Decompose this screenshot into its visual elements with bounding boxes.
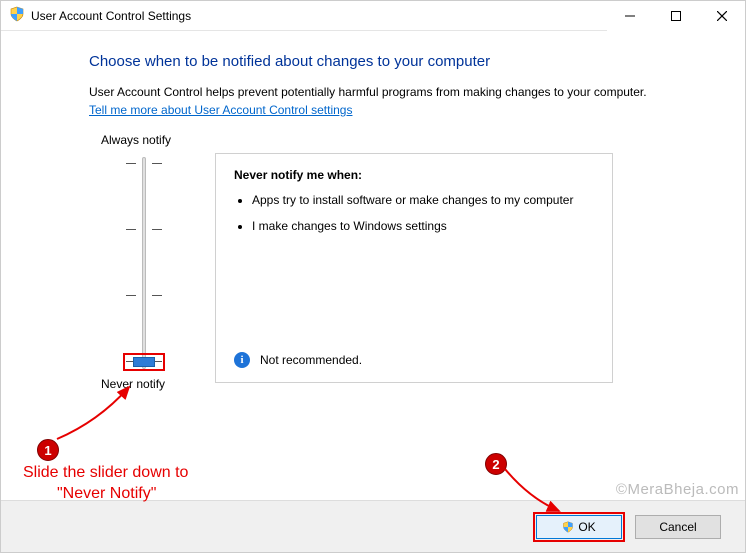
description-panel: Never notify me when: Apps try to instal… [215, 153, 613, 383]
slider-label-top: Always notify [101, 133, 171, 147]
uac-slider[interactable] [129, 157, 159, 369]
cancel-button[interactable]: Cancel [635, 515, 721, 539]
maximize-button[interactable] [653, 1, 699, 31]
content-area: Choose when to be notified about changes… [1, 31, 745, 393]
slider-tick [126, 295, 162, 296]
watermark: ©MeraBheja.com [616, 481, 739, 498]
cancel-button-label: Cancel [659, 520, 696, 534]
recommendation-text: Not recommended. [260, 353, 362, 367]
list-item: I make changes to Windows settings [252, 218, 594, 234]
close-button[interactable] [699, 1, 745, 31]
ok-button[interactable]: OK [536, 515, 622, 539]
info-icon: i [234, 352, 250, 368]
dialog-footer: OK Cancel [1, 500, 745, 552]
window-controls [607, 1, 745, 31]
page-subtext: User Account Control helps prevent poten… [89, 84, 707, 101]
ok-button-label: OK [578, 520, 595, 534]
annotation-badge-2: 2 [485, 453, 507, 475]
minimize-button[interactable] [607, 1, 653, 31]
description-title: Never notify me when: [234, 168, 594, 182]
learn-more-link[interactable]: Tell me more about User Account Control … [89, 103, 352, 117]
description-list: Apps try to install software or make cha… [252, 192, 594, 234]
slider-tick [126, 229, 162, 230]
titlebar: User Account Control Settings [1, 1, 745, 31]
recommendation-row: i Not recommended. [234, 352, 362, 368]
slider-tick [126, 163, 162, 164]
annotation-highlight-ok: OK [533, 512, 625, 542]
slider-label-bottom: Never notify [101, 377, 165, 391]
window-title: User Account Control Settings [31, 9, 191, 23]
shield-icon [562, 521, 574, 533]
slider-track [142, 157, 146, 369]
page-heading: Choose when to be notified about changes… [89, 53, 707, 70]
annotation-badge-1: 1 [37, 439, 59, 461]
annotation-highlight-slider [123, 353, 165, 371]
list-item: Apps try to install software or make cha… [252, 192, 594, 208]
slider-area: Always notify Never notify Never notify … [89, 133, 707, 393]
shield-icon [9, 6, 25, 25]
annotation-text-1: Slide the slider down to "Never Notify" [23, 463, 188, 505]
